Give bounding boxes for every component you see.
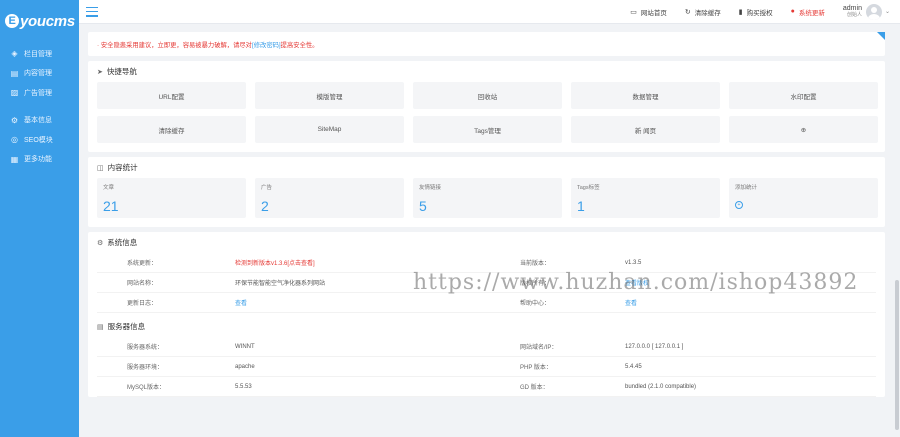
sidebar-item-label: 内容管理: [24, 70, 52, 78]
sidebar-item-label: 更多功能: [24, 156, 52, 164]
add-icon: +: [735, 201, 743, 209]
globe-icon: ◎: [11, 135, 18, 145]
menu-toggle-icon[interactable]: [86, 6, 98, 17]
sidebar-item-label: 栏目管理: [24, 50, 52, 58]
notice-text: · 安全隐患采用建议，立即更，容易被暴力破解，请尽对: [97, 41, 252, 49]
send-icon: ➤: [97, 68, 103, 76]
topbar: ▭ 网站首页 ↻ 清除缓存 ▮ 购买授权 ● 系统更新 admin 创始人 ⌄: [79, 0, 900, 24]
logo-text: youcms: [20, 12, 75, 30]
stat-articles[interactable]: 文章 21: [97, 178, 246, 218]
quick-item-watermark[interactable]: 水印配置: [729, 82, 878, 109]
help-link[interactable]: 查看: [615, 298, 900, 307]
chart-icon: ◫: [97, 164, 104, 172]
table-row: MySQL版本： 5.5.53 GD 版本： bundled (2.1.0 co…: [97, 377, 876, 397]
clear-cache-link[interactable]: ↻ 清除缓存: [685, 7, 721, 17]
stat-tags[interactable]: Tags标签 1: [571, 178, 720, 218]
quick-item-templates[interactable]: 模版管理: [255, 82, 404, 109]
changelog-link[interactable]: 查看: [225, 298, 502, 307]
table-row: 更新日志： 查看 帮助中心： 查看: [97, 293, 876, 313]
sidebar-item-seo[interactable]: ◎ SEO模块: [0, 130, 79, 150]
corner-ribbon: [877, 32, 885, 40]
grid-icon: ▦: [10, 154, 19, 164]
gear-icon: ⚙: [10, 115, 19, 125]
document-icon: ▤: [10, 68, 19, 78]
quick-nav-panel: ➤ 快捷导航 URL配置 模版管理 回收站 数据管理 水印配置 清除缓存 Site…: [88, 61, 885, 152]
quick-item-clear-cache[interactable]: 清除缓存: [97, 116, 246, 143]
sidebar-item-basic[interactable]: ⚙ 基本信息: [0, 111, 79, 131]
quick-item-data[interactable]: 数据管理: [571, 82, 720, 109]
quick-item-recycle-bin[interactable]: 回收站: [413, 82, 562, 109]
refresh-icon: ↻: [684, 8, 691, 16]
user-role: 创始人: [846, 11, 862, 18]
table-row: 服务器环境： apache PHP 版本： 5.4.45: [97, 357, 876, 377]
sidebar-item-label: 广告管理: [24, 89, 52, 97]
quick-item-tags[interactable]: Tags管理: [413, 116, 562, 143]
server-icon: ▤: [97, 323, 104, 331]
sidebar-item-more[interactable]: ▦ 更多功能: [0, 150, 79, 170]
quick-item-news[interactable]: 新 闻页: [571, 116, 720, 143]
content-stats-panel: ◫ 内容统计 文章 21 广告 2 友情链接 5 Tags标签 1 添加统计 +: [88, 157, 885, 227]
sidebar-item-label: 基本信息: [24, 117, 52, 125]
stat-value: 21: [103, 198, 119, 214]
stat-value: 2: [261, 198, 269, 214]
site-home-link[interactable]: ▭ 网站首页: [630, 7, 667, 17]
stat-value: 1: [577, 198, 585, 214]
stat-ads[interactable]: 广告 2: [255, 178, 404, 218]
stat-links[interactable]: 友情链接 5: [413, 178, 562, 218]
stat-add[interactable]: 添加统计 +: [729, 178, 878, 218]
buy-license-link[interactable]: ▮ 购买授权: [739, 7, 773, 17]
update-link[interactable]: 检测到新版本v1.3.6[点击查看]: [225, 258, 502, 267]
quick-item-add[interactable]: ⊕: [729, 116, 878, 143]
quick-nav-title: 快捷导航: [106, 67, 137, 76]
user-menu[interactable]: admin 创始人 ⌄: [842, 3, 890, 20]
chevron-down-icon[interactable]: ⌄: [885, 8, 890, 15]
alert-icon: ●: [790, 8, 795, 15]
system-info-panel: ⚙ 系统信息 系统更新： 检测到新版本v1.3.6[点击查看] 当前版本： v1.…: [88, 232, 885, 397]
sidebar-item-ads[interactable]: ▨ 广告管理: [0, 83, 79, 103]
logo-mark: E: [5, 14, 19, 28]
notice-suffix: 提高安全性。: [280, 41, 319, 49]
user-name: admin: [842, 4, 862, 12]
settings-icon: ⚙: [97, 239, 104, 247]
sidebar-item-label: SEO模块: [24, 136, 53, 144]
image-icon: ▨: [10, 88, 19, 98]
avatar[interactable]: [865, 3, 882, 20]
change-password-link[interactable]: [修改密码]: [252, 40, 281, 49]
add-circle-icon: ⊕: [800, 126, 807, 134]
stat-value: 5: [419, 198, 427, 214]
security-notice: · 安全隐患采用建议，立即更，容易被暴力破解，请尽对 [修改密码] 提高安全性。: [88, 32, 885, 56]
watermark-text: https://www.huzhan.com/ishop43892: [413, 270, 859, 295]
sidebar-item-columns[interactable]: ◈ 栏目管理: [0, 44, 79, 64]
main-content: · 安全隐患采用建议，立即更，容易被暴力破解，请尽对 [修改密码] 提高安全性。…: [79, 24, 900, 437]
box-icon: ◈: [11, 49, 18, 59]
quick-item-url-config[interactable]: URL配置: [97, 82, 246, 109]
scrollbar[interactable]: [895, 280, 899, 430]
sidebar: E youcms ◈ 栏目管理 ▤ 内容管理 ▨ 广告管理 ⚙ 基本信息 ◎ SEO模块 …: [0, 0, 79, 437]
monitor-icon: ▭: [630, 8, 637, 16]
system-update-link[interactable]: ● 系统更新: [791, 7, 825, 17]
system-title: 系统信息: [107, 238, 138, 247]
logo[interactable]: E youcms: [0, 0, 79, 42]
table-row: 服务器系统： WINNT 网站域名/IP： 127.0.0.0 [ 127.0.…: [97, 337, 876, 357]
quick-item-sitemap[interactable]: SiteMap: [255, 116, 404, 143]
bookmark-icon: ▮: [738, 8, 743, 16]
stats-title: 内容统计: [107, 163, 138, 172]
sidebar-item-content[interactable]: ▤ 内容管理: [0, 64, 79, 84]
server-title: 服务器信息: [107, 322, 146, 331]
